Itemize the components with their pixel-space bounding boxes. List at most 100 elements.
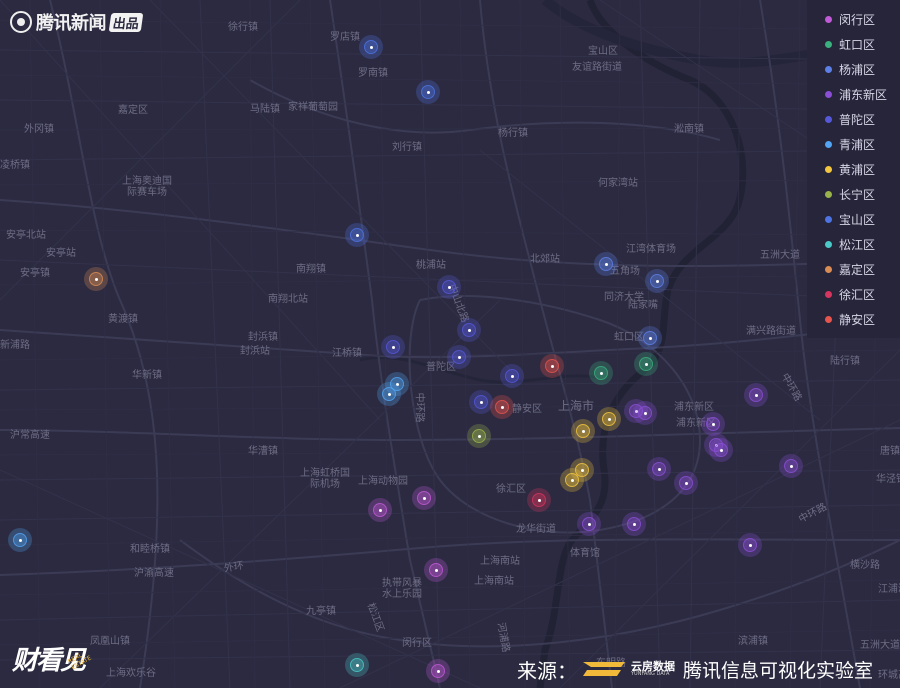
marker-dot — [510, 374, 514, 378]
listing-marker[interactable] — [540, 354, 564, 378]
place-label: 上海动物园 — [358, 476, 408, 487]
place-label: 中环路 — [413, 392, 425, 423]
legend-label: 杨浦区 — [839, 62, 876, 77]
place-label: 上海奥迪国际赛车场 — [122, 176, 172, 198]
listing-marker[interactable] — [560, 468, 584, 492]
place-label: 封浜站 — [240, 346, 270, 357]
listing-marker[interactable] — [622, 512, 646, 536]
marker-dot — [426, 90, 430, 94]
listing-marker[interactable] — [589, 361, 613, 385]
place-label: 静安区 — [512, 404, 542, 415]
listing-marker[interactable] — [577, 512, 601, 536]
listing-marker[interactable] — [424, 558, 448, 582]
place-label: 黄渡镇 — [108, 314, 138, 325]
place-label: 华漕镇 — [248, 446, 278, 457]
place-label: 沪常高速 — [10, 430, 50, 441]
legend-label: 长宁区 — [839, 187, 876, 202]
legend-label: 青浦区 — [839, 137, 876, 152]
listing-marker[interactable] — [412, 486, 436, 510]
listing-marker[interactable] — [84, 267, 108, 291]
listing-marker[interactable] — [469, 390, 493, 414]
legend-item[interactable]: 浦东新区 — [825, 85, 887, 103]
place-label: 罗南镇 — [358, 68, 388, 79]
marker-dot — [599, 371, 603, 375]
place-label: 安亭站 — [46, 248, 76, 259]
listing-marker[interactable] — [447, 345, 471, 369]
listing-marker[interactable] — [500, 364, 524, 388]
place-label: 华新镇 — [132, 370, 162, 381]
listing-marker[interactable] — [345, 223, 369, 247]
legend-item[interactable]: 徐汇区 — [825, 285, 875, 303]
place-label: 杨行镇 — [498, 128, 528, 139]
legend-item[interactable]: 青浦区 — [825, 135, 875, 153]
listing-marker[interactable] — [738, 533, 762, 557]
listing-marker[interactable] — [597, 407, 621, 431]
listing-marker[interactable] — [437, 275, 461, 299]
legend-swatch — [825, 65, 832, 73]
legend-item[interactable]: 虹口区 — [825, 35, 875, 53]
place-label: 马陆镇 — [250, 104, 280, 115]
listing-marker[interactable] — [457, 318, 481, 342]
listing-marker[interactable] — [490, 395, 514, 419]
place-label: 徐汇区 — [496, 484, 526, 495]
listing-marker[interactable] — [467, 424, 491, 448]
legend-swatch — [825, 315, 832, 323]
listing-marker[interactable] — [645, 269, 669, 293]
marker-dot — [18, 538, 22, 542]
listing-marker[interactable] — [633, 401, 657, 425]
logo-badge: 出品 — [108, 12, 144, 32]
place-label: 沪渝高速 — [134, 568, 174, 579]
listing-marker[interactable] — [594, 252, 618, 276]
listing-marker[interactable] — [709, 438, 733, 462]
marker-dot — [537, 498, 541, 502]
tencent-news-icon — [10, 11, 32, 33]
place-label: 江桥镇 — [332, 348, 362, 359]
listing-marker[interactable] — [426, 659, 450, 683]
legend-item[interactable]: 普陀区 — [825, 110, 875, 128]
legend-item[interactable]: 闵行区 — [825, 10, 875, 28]
listing-marker[interactable] — [744, 383, 768, 407]
listing-marker[interactable] — [634, 352, 658, 376]
place-label: 上海市 — [558, 399, 595, 413]
listing-marker[interactable] — [368, 498, 392, 522]
listing-marker[interactable] — [638, 326, 662, 350]
listing-marker[interactable] — [359, 35, 383, 59]
marker-dot — [550, 364, 554, 368]
place-label: 南翔镇 — [296, 264, 326, 275]
place-label: 凌桥镇 — [0, 160, 30, 171]
marker-dot — [587, 522, 591, 526]
legend-item[interactable]: 静安区 — [825, 310, 875, 328]
place-label: 淞南镇 — [674, 124, 704, 135]
listing-marker[interactable] — [416, 80, 440, 104]
listing-marker[interactable] — [779, 454, 803, 478]
legend-swatch — [825, 40, 832, 48]
listing-marker[interactable] — [571, 419, 595, 443]
place-label: 上海欢乐谷 — [106, 668, 156, 679]
marker-dot — [648, 336, 652, 340]
marker-dot — [719, 448, 723, 452]
place-label: 安亭镇 — [20, 268, 50, 279]
legend-item[interactable]: 嘉定区 — [825, 260, 875, 278]
legend-item[interactable]: 长宁区 — [825, 185, 875, 203]
legend-item[interactable]: 宝山区 — [825, 210, 875, 228]
place-label: 桃浦站 — [416, 260, 446, 271]
place-label: 江湾体育场 — [626, 244, 676, 255]
map-view[interactable]: 徐行镇 罗店镇 罗南镇 宝山区 友谊路街道 嘉定区 马陆镇 家祥葡萄园 杨行镇 … — [0, 0, 900, 688]
legend-item[interactable]: 黄浦区 — [825, 160, 875, 178]
listing-marker[interactable] — [527, 488, 551, 512]
place-label: 唐镇 — [880, 446, 900, 457]
place-label: 九亭镇 — [306, 606, 336, 617]
legend-item[interactable]: 松江区 — [825, 235, 875, 253]
listing-marker[interactable] — [381, 335, 405, 359]
listing-marker[interactable] — [8, 528, 32, 552]
listing-marker[interactable] — [377, 382, 401, 406]
place-label: 安亭北站 — [6, 230, 46, 241]
legend-item[interactable]: 杨浦区 — [825, 60, 875, 78]
listing-marker[interactable] — [647, 457, 671, 481]
legend-label: 闵行区 — [839, 12, 876, 27]
place-label: 何家湾站 — [598, 178, 638, 189]
legend-swatch — [825, 115, 832, 123]
listing-marker[interactable] — [674, 471, 698, 495]
marker-dot — [457, 355, 461, 359]
listing-marker[interactable] — [345, 653, 369, 677]
